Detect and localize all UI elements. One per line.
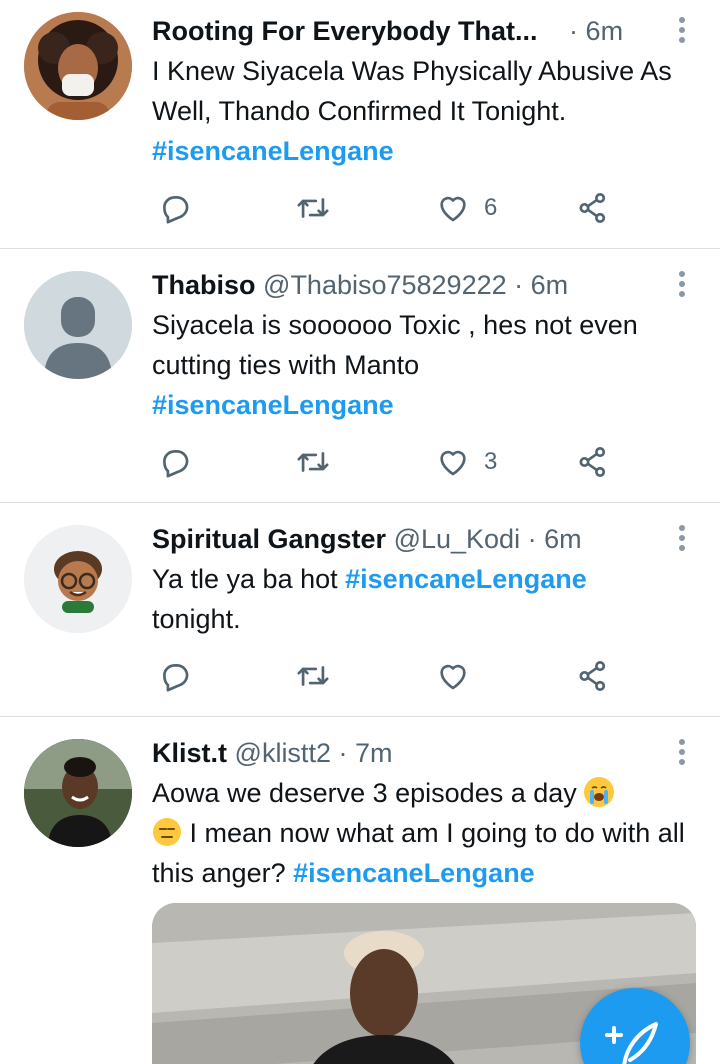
display-name[interactable]: Thabiso — [152, 270, 256, 300]
tweet-text: I Knew Siyacela Was Physically Abusive A… — [152, 51, 702, 171]
hashtag-link[interactable]: #isencaneLengane — [345, 564, 587, 594]
like-count: 6 — [484, 194, 498, 221]
tweet-text-content: Ya tle ya ba hot — [152, 564, 346, 594]
separator: · — [338, 738, 348, 768]
tweet-text-content: Siyacela is soooooo Toxic , hes not even… — [152, 310, 638, 380]
tweet[interactable]: Rooting For Everybody That... · 6m I Kne… — [0, 0, 720, 248]
user-handle[interactable]: @Thabiso75829222 — [263, 270, 507, 300]
reply-button[interactable] — [158, 656, 192, 696]
like-count: 3 — [484, 448, 498, 475]
separator: · — [514, 270, 524, 300]
tweet[interactable]: Spiritual Gangster @Lu_Kodi · 6m Ya tle … — [0, 503, 720, 715]
avatar[interactable] — [24, 12, 132, 120]
tweet-text-content: tonight. — [152, 604, 241, 634]
retweet-button[interactable] — [296, 656, 330, 696]
loudly-crying-face-icon — [584, 777, 615, 807]
heart-icon — [440, 450, 466, 476]
tweet-text: Aowa we deserve 3 episodes a day I mean … — [152, 773, 702, 893]
hashtag-link[interactable]: #isencaneLengane — [293, 858, 535, 888]
tweet-actions: 3 — [152, 442, 622, 482]
timestamp[interactable]: 6m — [586, 16, 624, 46]
expressionless-face-icon — [152, 817, 182, 847]
tweet-text-content: Aowa we deserve 3 episodes a day — [152, 778, 585, 808]
timestamp[interactable]: 7m — [355, 738, 393, 768]
more-vertical-icon[interactable] — [678, 739, 686, 769]
like-button[interactable] — [436, 656, 484, 696]
more-vertical-icon[interactable] — [678, 17, 686, 47]
reply-button[interactable] — [158, 442, 192, 482]
like-button[interactable]: 6 — [436, 188, 497, 228]
retweet-icon — [297, 452, 329, 472]
tweet-header: Thabiso @Thabiso75829222 · 6m — [152, 266, 702, 304]
tweet-header: Rooting For Everybody That... · 6m — [152, 12, 702, 50]
reply-button[interactable] — [158, 188, 192, 228]
tweet-header: Klist.t @klistt2 · 7m — [152, 734, 702, 772]
avatar[interactable] — [24, 525, 132, 633]
tweet-text: Ya tle ya ba hot #isencaneLengane tonigh… — [152, 559, 702, 639]
share-icon — [579, 193, 606, 223]
timestamp[interactable]: 6m — [544, 524, 582, 554]
share-button[interactable] — [576, 656, 610, 696]
share-icon — [579, 447, 606, 477]
user-handle[interactable]: @klistt2 — [235, 738, 331, 768]
more-vertical-icon[interactable] — [678, 271, 686, 301]
retweet-button[interactable] — [296, 188, 330, 228]
share-icon — [579, 661, 606, 691]
hashtag-link[interactable]: #isencaneLengane — [152, 136, 394, 166]
tweet-header: Spiritual Gangster @Lu_Kodi · 6m — [152, 520, 702, 558]
reply-icon — [163, 196, 189, 224]
retweet-icon — [297, 198, 329, 218]
avatar[interactable] — [24, 271, 132, 379]
tweet[interactable]: Thabiso @Thabiso75829222 · 6m Siyacela i… — [0, 249, 720, 501]
tweet-actions: 6 — [152, 188, 622, 228]
retweet-button[interactable] — [296, 442, 330, 482]
share-button[interactable] — [576, 188, 610, 228]
heart-icon — [440, 664, 466, 690]
timeline-feed: Rooting For Everybody That... · 6m I Kne… — [0, 0, 720, 1064]
tweet-text: Siyacela is soooooo Toxic , hes not even… — [152, 305, 702, 425]
more-vertical-icon[interactable] — [678, 525, 686, 555]
retweet-icon — [297, 666, 329, 686]
hashtag-link[interactable]: #isencaneLengane — [152, 390, 394, 420]
display-name[interactable]: Rooting For Everybody That... — [152, 16, 538, 46]
separator: · — [527, 524, 537, 554]
share-button[interactable] — [576, 442, 610, 482]
reply-icon — [163, 450, 189, 478]
reply-icon — [163, 664, 189, 692]
timestamp[interactable]: 6m — [531, 270, 569, 300]
display-name[interactable]: Klist.t — [152, 738, 227, 768]
avatar[interactable] — [24, 739, 132, 847]
heart-icon — [440, 196, 466, 222]
like-button[interactable]: 3 — [436, 442, 497, 482]
compose-tweet-button[interactable] — [580, 988, 690, 1064]
compose-tweet-icon — [605, 1022, 658, 1064]
user-handle[interactable]: @Lu_Kodi — [394, 524, 521, 554]
tweet-text-content: I Knew Siyacela Was Physically Abusive A… — [152, 56, 672, 126]
display-name[interactable]: Spiritual Gangster — [152, 524, 386, 554]
separator: · — [569, 16, 579, 46]
tweet-actions — [152, 656, 622, 696]
